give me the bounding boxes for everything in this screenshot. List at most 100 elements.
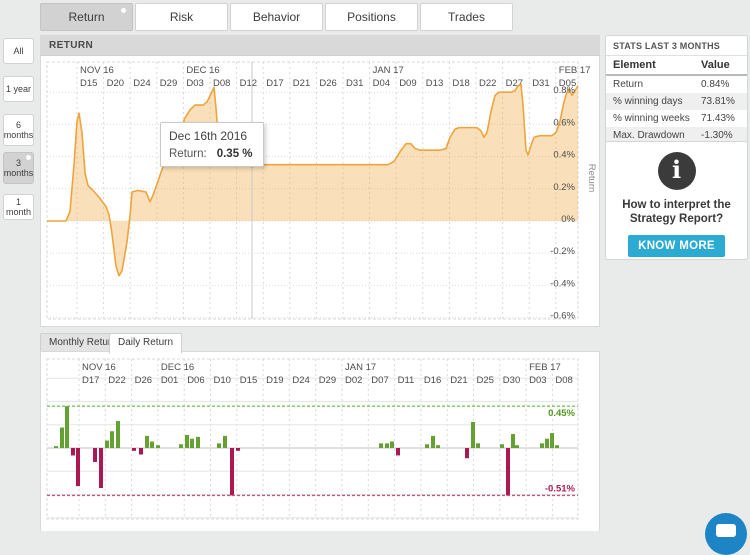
svg-text:D19: D19 (266, 375, 283, 386)
svg-text:D03: D03 (529, 375, 546, 386)
svg-text:D20: D20 (107, 78, 124, 89)
tab-positions-label: Positions (347, 10, 396, 24)
svg-text:D31: D31 (532, 78, 549, 89)
svg-text:D04: D04 (373, 78, 390, 89)
svg-text:D31: D31 (346, 78, 363, 89)
daily-return-bar-chart[interactable]: NOV 16DEC 16JAN 17FEB 17D17D22D26D01D06D… (40, 352, 600, 531)
chart-tooltip: Dec 16th 2016 Return: 0.35 % (160, 122, 264, 167)
svg-text:D13: D13 (426, 78, 443, 89)
svg-text:0.45%: 0.45% (548, 408, 575, 419)
svg-text:0.2%: 0.2% (553, 182, 575, 193)
stats-panel: STATS LAST 3 MONTHS Element Value Return… (605, 35, 748, 145)
svg-text:D29: D29 (160, 78, 177, 89)
svg-text:D21: D21 (293, 78, 310, 89)
svg-text:D17: D17 (82, 375, 99, 386)
svg-text:D22: D22 (479, 78, 496, 89)
info-text-line1: How to interpret the (606, 198, 747, 212)
svg-text:FEB 17: FEB 17 (559, 65, 591, 76)
table-row: % winning weeks 71.43% (606, 110, 747, 127)
svg-text:D15: D15 (80, 78, 97, 89)
stats-col-element: Element (613, 59, 701, 71)
svg-text:DEC 16: DEC 16 (161, 362, 194, 373)
stat-label: % winning days (613, 96, 701, 107)
svg-text:D24: D24 (292, 375, 309, 386)
svg-text:D12: D12 (240, 78, 257, 89)
sidebar-item-all[interactable]: All (3, 38, 34, 64)
stat-label: Max. Drawdown (613, 130, 701, 141)
tab-behavior[interactable]: Behavior (230, 3, 323, 31)
svg-text:NOV 16: NOV 16 (80, 65, 114, 76)
svg-text:D15: D15 (240, 375, 257, 386)
stat-value: 71.43% (701, 113, 740, 124)
svg-text:-0.51%: -0.51% (545, 483, 576, 494)
svg-text:D17: D17 (266, 78, 283, 89)
svg-text:Return: Return (586, 164, 597, 193)
stat-value: 73.81% (701, 96, 740, 107)
tooltip-date: Dec 16th 2016 (169, 129, 255, 143)
tab-risk-label: Risk (170, 10, 193, 24)
chat-bubble-icon (716, 524, 736, 537)
stat-value: -1.30% (701, 130, 740, 141)
table-row: Return 0.84% (606, 76, 747, 93)
svg-text:D26: D26 (135, 375, 152, 386)
svg-text:-0.6%: -0.6% (550, 311, 575, 322)
svg-text:D29: D29 (319, 375, 336, 386)
svg-text:D07: D07 (371, 375, 388, 386)
stats-col-value: Value (701, 59, 740, 71)
svg-text:NOV 16: NOV 16 (82, 362, 116, 373)
return-panel-header: RETURN (41, 36, 599, 56)
svg-text:D16: D16 (424, 375, 441, 386)
svg-text:D08: D08 (213, 78, 230, 89)
tab-risk[interactable]: Risk (135, 3, 228, 31)
svg-text:D01: D01 (161, 375, 178, 386)
svg-text:D30: D30 (503, 375, 520, 386)
svg-text:DEC 16: DEC 16 (186, 65, 219, 76)
sidebar-item-3months[interactable]: 3 months (3, 152, 34, 184)
know-more-button[interactable]: KNOW MORE (628, 235, 725, 257)
svg-text:D09: D09 (399, 78, 416, 89)
active-dot (26, 155, 31, 160)
svg-text:JAN 17: JAN 17 (373, 65, 404, 76)
svg-text:-0.4%: -0.4% (550, 278, 575, 289)
svg-text:0.6%: 0.6% (553, 117, 575, 128)
tab-daily-return[interactable]: Daily Return (109, 333, 182, 354)
sidebar-item-6months[interactable]: 6 months (3, 114, 34, 146)
tab-trades[interactable]: Trades (420, 3, 513, 31)
svg-text:-0.2%: -0.2% (550, 246, 575, 257)
svg-text:0.8%: 0.8% (553, 85, 575, 96)
table-row: % winning days 73.81% (606, 93, 747, 110)
active-dot (121, 8, 126, 13)
svg-text:D21: D21 (450, 375, 467, 386)
info-text-line2: Strategy Report? (606, 212, 747, 226)
return-area-chart[interactable]: NOV 16 DEC 16 JAN 17 FEB 17 D15 D20 D24 D29 D03 D… (40, 55, 600, 326)
svg-text:D22: D22 (108, 375, 125, 386)
chat-widget-button[interactable] (705, 513, 747, 555)
svg-text:D06: D06 (187, 375, 204, 386)
tab-trades-label: Trades (448, 10, 485, 24)
tab-return[interactable]: Return (40, 3, 133, 31)
return-panel: RETURN NOV 16 DEC 16 JAN 17 FEB 17 D15 D20 D24… (40, 35, 600, 327)
stat-label: % winning weeks (613, 113, 701, 124)
tab-behavior-label: Behavior (253, 10, 300, 24)
info-icon: i (658, 152, 696, 190)
svg-text:0%: 0% (561, 214, 575, 225)
svg-text:D03: D03 (186, 78, 203, 89)
svg-text:D10: D10 (214, 375, 231, 386)
stat-label: Return (613, 79, 701, 90)
daily-return-panel: NOV 16DEC 16JAN 17FEB 17D17D22D26D01D06D… (40, 351, 600, 531)
stats-title: STATS LAST 3 MONTHS (606, 36, 747, 56)
stat-value: 0.84% (701, 79, 740, 90)
tooltip-label: Return: (169, 148, 207, 160)
svg-text:D18: D18 (452, 78, 469, 89)
svg-text:D26: D26 (319, 78, 336, 89)
sidebar-item-1month[interactable]: 1 month (3, 194, 34, 220)
svg-text:FEB 17: FEB 17 (529, 362, 561, 373)
svg-text:D11: D11 (398, 375, 415, 386)
svg-text:D24: D24 (133, 78, 150, 89)
stats-header-row: Element Value (606, 56, 747, 76)
tab-positions[interactable]: Positions (325, 3, 418, 31)
tab-return-label: Return (68, 10, 104, 24)
tooltip-value: 0.35 % (217, 148, 253, 160)
sidebar-item-1year[interactable]: 1 year (3, 76, 34, 102)
svg-text:D25: D25 (477, 375, 494, 386)
